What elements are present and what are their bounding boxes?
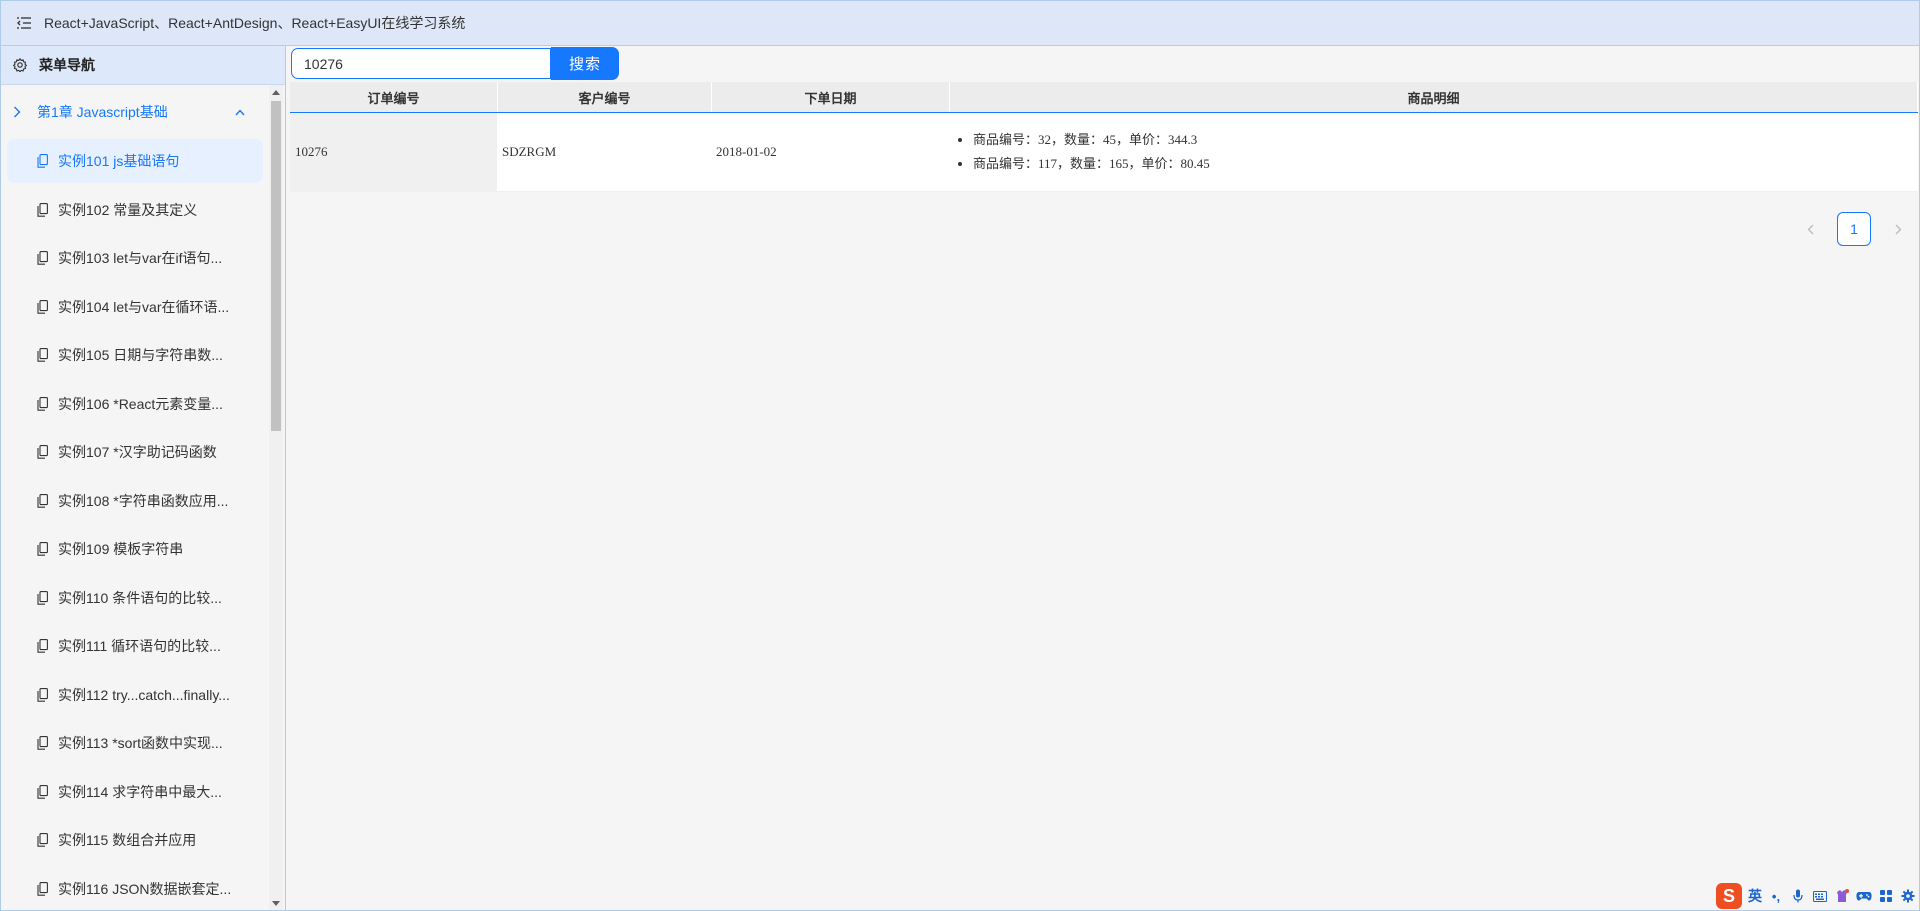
cell-order-id: 10276: [290, 113, 497, 191]
details-list-item: 商品编号：32，数量：45，单价：344.3: [973, 128, 1210, 152]
chevron-up-icon: [235, 108, 245, 116]
sidebar-item[interactable]: 实例115 数组合并应用: [7, 818, 263, 862]
search-input[interactable]: [291, 48, 551, 79]
menu-fold-icon[interactable]: [14, 13, 34, 33]
cell-details: 商品编号：32，数量：45，单价：344.3 商品编号：117，数量：165，单…: [947, 113, 1918, 191]
sidebar-item[interactable]: 实例109 模板字符串: [7, 527, 263, 571]
settings-gear-icon[interactable]: [1900, 888, 1916, 904]
sidebar-item-label: 实例107 *汉字助记码函数: [58, 444, 217, 460]
sidebar-scrollbar[interactable]: [269, 85, 283, 910]
sidebar-item[interactable]: 实例112 try...catch...finally...: [7, 673, 263, 717]
sidebar-item[interactable]: 实例108 *字符串函数应用...: [7, 479, 263, 523]
sidebar-item[interactable]: 实例101 js基础语句: [7, 139, 263, 183]
copy-icon: [37, 347, 51, 363]
sidebar-item-label: 实例111 循环语句的比较...: [58, 638, 221, 654]
sidebar-item-label: 实例113 *sort函数中实现...: [58, 735, 223, 751]
column-header-order-id[interactable]: 订单编号: [290, 82, 498, 112]
column-header-order-date[interactable]: 下单日期: [712, 82, 950, 112]
search-button[interactable]: 搜索: [551, 47, 619, 80]
copy-icon: [37, 493, 51, 509]
column-header-details[interactable]: 商品明细: [950, 82, 1918, 112]
punctuation-toggle[interactable]: •,: [1768, 888, 1784, 904]
search-bar: 搜索: [290, 46, 1918, 81]
ime-mode-toggle[interactable]: 英: [1748, 886, 1762, 906]
toolbox-icon[interactable]: [1878, 888, 1894, 904]
gear-icon: [13, 57, 29, 73]
sidebar: 菜单导航 第1章 Javascript基础 实例101 js基础语句实例102 …: [1, 46, 286, 910]
copy-icon: [37, 881, 51, 897]
copy-icon: [37, 735, 51, 751]
sidebar-item-label: 实例110 条件语句的比较...: [58, 589, 222, 606]
microphone-icon[interactable]: [1790, 888, 1806, 904]
copy-icon: [37, 299, 51, 315]
sidebar-header: 菜单导航: [1, 46, 285, 85]
scrollbar-thumb[interactable]: [271, 101, 281, 431]
chevron-right-icon: [13, 106, 27, 118]
scroll-down-arrow-icon[interactable]: [269, 896, 283, 910]
chapter-1-toggle[interactable]: 第1章 Javascript基础: [1, 85, 267, 139]
sidebar-item[interactable]: 实例102 常量及其定义: [7, 188, 263, 232]
column-header-customer-id[interactable]: 客户编号: [498, 82, 712, 112]
sidebar-item-label: 实例106 *React元素变量...: [58, 395, 223, 412]
copy-icon: [37, 784, 51, 800]
copy-icon: [37, 444, 51, 460]
ime-toolbar: S 英 •,: [1716, 883, 1916, 909]
prev-page-icon[interactable]: [1795, 211, 1825, 247]
keyboard-icon[interactable]: [1812, 888, 1828, 904]
sidebar-item[interactable]: 实例110 条件语句的比较...: [7, 576, 263, 620]
sidebar-item[interactable]: 实例107 *汉字助记码函数: [7, 430, 263, 474]
sidebar-item[interactable]: 实例113 *sort函数中实现...: [7, 721, 263, 765]
sidebar-item[interactable]: 实例106 *React元素变量...: [7, 382, 263, 426]
page-1-button[interactable]: 1: [1837, 212, 1871, 246]
game-controller-icon[interactable]: [1856, 888, 1872, 904]
table-header: 订单编号 客户编号 下单日期 商品明细: [290, 82, 1918, 113]
main-panel: 搜索 订单编号 客户编号 下单日期 商品明细 10276 SDZRGM 2018…: [290, 46, 1918, 909]
sidebar-item-label: 实例105 日期与字符串数...: [58, 347, 223, 363]
sidebar-item-label: 实例104 let与var在循环语...: [58, 298, 230, 315]
copy-icon: [37, 396, 51, 412]
sidebar-item-label: 实例108 *字符串函数应用...: [58, 492, 229, 509]
pagination: 1: [1795, 211, 1913, 247]
cell-customer-id: SDZRGM: [502, 144, 557, 159]
copy-icon: [37, 832, 51, 848]
cell-order-date: 2018-01-02: [716, 144, 777, 159]
ime-logo-icon[interactable]: S: [1716, 883, 1742, 909]
details-list: 商品编号：32，数量：45，单价：344.3 商品编号：117，数量：165，单…: [953, 128, 1210, 176]
sidebar-menu: 第1章 Javascript基础 实例101 js基础语句实例102 常量及其定…: [1, 85, 267, 910]
sidebar-item[interactable]: 实例103 let与var在if语句...: [7, 236, 263, 280]
sidebar-item-label: 实例102 常量及其定义: [58, 201, 198, 218]
sidebar-item[interactable]: 实例105 日期与字符串数...: [7, 333, 263, 377]
sidebar-item[interactable]: 实例104 let与var在循环语...: [7, 285, 263, 329]
skin-icon[interactable]: [1834, 888, 1850, 904]
sidebar-item-label: 实例103 let与var在if语句...: [58, 250, 223, 266]
copy-icon: [37, 687, 51, 703]
chapter-1-label: 第1章 Javascript基础: [37, 104, 168, 120]
scroll-up-arrow-icon[interactable]: [269, 85, 283, 99]
sidebar-item[interactable]: 实例111 循环语句的比较...: [7, 624, 263, 668]
sidebar-item-label: 实例101 js基础语句: [58, 153, 180, 169]
app-title: React+JavaScript、React+AntDesign、React+E…: [44, 15, 466, 31]
sidebar-body: 第1章 Javascript基础 实例101 js基础语句实例102 常量及其定…: [1, 85, 285, 910]
copy-icon: [37, 590, 51, 606]
next-page-icon[interactable]: [1883, 211, 1913, 247]
copy-icon: [37, 202, 51, 218]
title-bar: React+JavaScript、React+AntDesign、React+E…: [1, 1, 1919, 46]
details-list-item: 商品编号：117，数量：165，单价：80.45: [973, 152, 1210, 176]
copy-icon: [37, 541, 51, 557]
copy-icon: [37, 250, 51, 266]
chapter-1-items: 实例101 js基础语句实例102 常量及其定义实例103 let与var在if…: [1, 139, 267, 910]
app-window: React+JavaScript、React+AntDesign、React+E…: [0, 0, 1920, 911]
sidebar-item-label: 实例109 模板字符串: [58, 541, 184, 557]
sidebar-item-label: 实例112 try...catch...finally...: [58, 686, 230, 703]
sidebar-title: 菜单导航: [39, 57, 95, 73]
table-row[interactable]: 10276 SDZRGM 2018-01-02 商品编号：32，数量：45，单价…: [290, 113, 1918, 192]
sidebar-item-label: 实例115 数组合并应用: [58, 832, 197, 848]
copy-icon: [37, 153, 51, 169]
orders-table: 订单编号 客户编号 下单日期 商品明细 10276 SDZRGM 2018-01…: [290, 82, 1918, 192]
sidebar-item-label: 实例114 求字符串中最大...: [58, 783, 222, 800]
sidebar-item[interactable]: 实例114 求字符串中最大...: [7, 770, 263, 814]
sidebar-item-label: 实例116 JSON数据嵌套定...: [58, 880, 232, 897]
sidebar-item[interactable]: 实例116 JSON数据嵌套定...: [7, 867, 263, 911]
copy-icon: [37, 638, 51, 654]
